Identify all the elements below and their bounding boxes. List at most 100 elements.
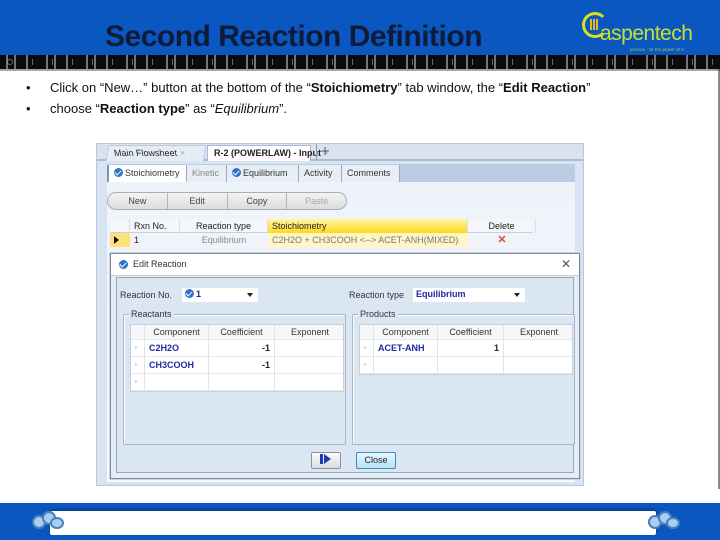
logo-tagline: process - to the power of e xyxy=(630,47,684,52)
new-button[interactable]: New xyxy=(108,193,168,209)
tab-label: Stoichiometry xyxy=(125,168,180,178)
exponent-cell[interactable] xyxy=(504,357,574,373)
exponent-cell[interactable] xyxy=(504,340,574,356)
new-tab-button[interactable]: + xyxy=(316,144,330,160)
row-selector[interactable]: ▸ xyxy=(131,357,145,373)
complete-check-icon xyxy=(232,168,241,177)
coefficient-cell[interactable]: 1 xyxy=(438,340,504,356)
row-selector[interactable]: ▸ xyxy=(360,357,374,373)
tab-comments[interactable]: Comments xyxy=(342,165,400,182)
dropdown-value: Equilibrium xyxy=(416,289,466,299)
reactants-group: Reactants Component Coefficient Exponent… xyxy=(123,309,346,445)
component-cell[interactable]: CH3COOH xyxy=(145,357,209,373)
coefficient-cell[interactable]: -1 xyxy=(209,357,275,373)
chevron-down-icon xyxy=(247,293,253,297)
column-header: Rxn No. xyxy=(130,219,180,233)
delete-icon[interactable]: ✕ xyxy=(497,234,506,246)
column-header: Reaction type xyxy=(180,219,268,233)
delete-cell[interactable]: ✕ xyxy=(468,233,536,247)
dropdown-value: 1 xyxy=(196,289,202,299)
column-header: Stoichiometry xyxy=(268,219,468,233)
bullet-text: Click on “New…” button at the bottom of … xyxy=(50,80,590,95)
copy-button[interactable]: Copy xyxy=(228,193,288,209)
products-table: Component Coefficient Exponent ▸ ACET-AN… xyxy=(359,324,573,375)
row-selector[interactable] xyxy=(110,233,130,247)
products-group: Products Component Coefficient Exponent … xyxy=(352,309,575,445)
exponent-cell[interactable] xyxy=(275,340,345,356)
table-row[interactable]: ▸ ACET-ANH 1 xyxy=(360,340,572,357)
bullet-text-part: Click on “New…” button at the bottom of … xyxy=(50,80,311,95)
bullet-text-bold: Edit Reaction xyxy=(503,80,587,95)
tab-activity[interactable]: Activity xyxy=(299,165,342,182)
close-icon[interactable]: ✕ xyxy=(559,257,573,271)
reaction-no-dropdown[interactable]: 1 xyxy=(182,288,258,302)
reactants-table: Component Coefficient Exponent ▸ C2H2O -… xyxy=(130,324,344,392)
tab-label: Main Flowsheet xyxy=(113,148,178,158)
dialog-status-icon xyxy=(119,260,128,269)
tab-r2-input[interactable]: R-2 (POWERLAW) - Input × xyxy=(207,145,329,161)
coefficient-cell[interactable]: -1 xyxy=(209,340,275,356)
exponent-cell[interactable] xyxy=(275,374,345,390)
form-tab-bar: Stoichiometry Kinetic Equilibrium Activi… xyxy=(107,164,575,182)
component-cell[interactable]: ACET-ANH xyxy=(374,340,438,356)
component-cell[interactable] xyxy=(374,357,438,373)
dialog-body: Reaction No. 1 Reaction type Equilibrium… xyxy=(116,277,575,473)
paste-button[interactable]: Paste xyxy=(287,193,346,209)
coefficient-cell[interactable] xyxy=(438,357,504,373)
component-cell[interactable] xyxy=(145,374,209,390)
table-row[interactable]: ▸ xyxy=(131,374,343,391)
cloud-ornament-icon xyxy=(642,509,686,535)
next-button[interactable] xyxy=(311,452,341,469)
tab-label: Activity xyxy=(304,168,333,178)
table-header: Rxn No. Reaction type Stoichiometry Dele… xyxy=(110,219,536,233)
table-row[interactable]: ▸ CH3COOH -1 xyxy=(131,357,343,374)
tab-label: R-2 (POWERLAW) - Input xyxy=(214,148,321,158)
decorative-wave-band xyxy=(0,55,720,69)
rxn-no-cell[interactable]: 1 xyxy=(130,233,180,247)
chevron-down-icon xyxy=(514,293,520,297)
stoichiometry-cell[interactable]: C2H2O + CH3COOH <--> ACET-ANH(MIXED) xyxy=(268,233,468,247)
exponent-cell[interactable] xyxy=(275,357,345,373)
slide-title: Second Reaction Definition xyxy=(105,20,483,53)
next-arrow-icon xyxy=(320,454,332,464)
aspentech-logo: aspentech process - to the power of e xyxy=(582,12,712,54)
reaction-button-group: New Edit Copy Paste xyxy=(107,192,347,210)
edit-reaction-dialog: Edit Reaction ✕ Reaction No. 1 Reaction … xyxy=(110,253,580,479)
tab-close-icon[interactable]: × xyxy=(179,148,186,158)
edit-button[interactable]: Edit xyxy=(168,193,228,209)
row-selector[interactable]: ▸ xyxy=(131,340,145,356)
table-row[interactable]: ▸ xyxy=(360,357,572,374)
header-selector xyxy=(110,219,130,233)
tab-equilibrium[interactable]: Equilibrium xyxy=(227,165,299,182)
table-row[interactable]: ▸ C2H2O -1 xyxy=(131,340,343,357)
slide-footer xyxy=(0,503,720,540)
tab-main-flowsheet[interactable]: Main Flowsheet× xyxy=(105,145,207,161)
reaction-type-dropdown[interactable]: Equilibrium xyxy=(413,288,525,302)
document-tab-bar: Main Flowsheet× R-2 (POWERLAW) - Input × … xyxy=(97,144,583,161)
tab-label: Comments xyxy=(347,168,391,178)
header-selector xyxy=(131,325,145,339)
tab-label: Kinetic xyxy=(192,168,220,178)
bullet-text-italic: Equilibrium xyxy=(214,101,280,116)
table-row[interactable]: 1 Equilibrium C2H2O + CH3COOH <--> ACET-… xyxy=(110,233,532,247)
bullet-text: choose “Reaction type” as “Equilibrium”. xyxy=(50,101,287,116)
row-selector[interactable]: ▸ xyxy=(131,374,145,390)
tab-label: Equilibrium xyxy=(243,168,288,178)
current-row-arrow-icon xyxy=(114,236,119,244)
footer-strip xyxy=(50,511,656,535)
coefficient-cell[interactable] xyxy=(209,374,275,390)
bullet-marker: • xyxy=(26,80,31,95)
logo-text: aspentech xyxy=(600,22,693,45)
column-header: Component xyxy=(374,325,438,339)
bullet-text-part: ” tab window, the “ xyxy=(397,80,504,95)
component-cell[interactable]: C2H2O xyxy=(145,340,209,356)
column-header: Coefficient xyxy=(209,325,275,339)
table-header: Component Coefficient Exponent xyxy=(131,325,343,340)
bullet-text-part: ”. xyxy=(279,101,288,116)
row-selector[interactable]: ▸ xyxy=(360,340,374,356)
close-button[interactable]: Close xyxy=(356,452,396,469)
tab-stoichiometry[interactable]: Stoichiometry xyxy=(107,165,187,182)
tab-kinetic[interactable]: Kinetic xyxy=(187,165,227,182)
reaction-type-cell[interactable]: Equilibrium xyxy=(180,233,268,247)
dialog-title: Edit Reaction xyxy=(133,259,187,269)
